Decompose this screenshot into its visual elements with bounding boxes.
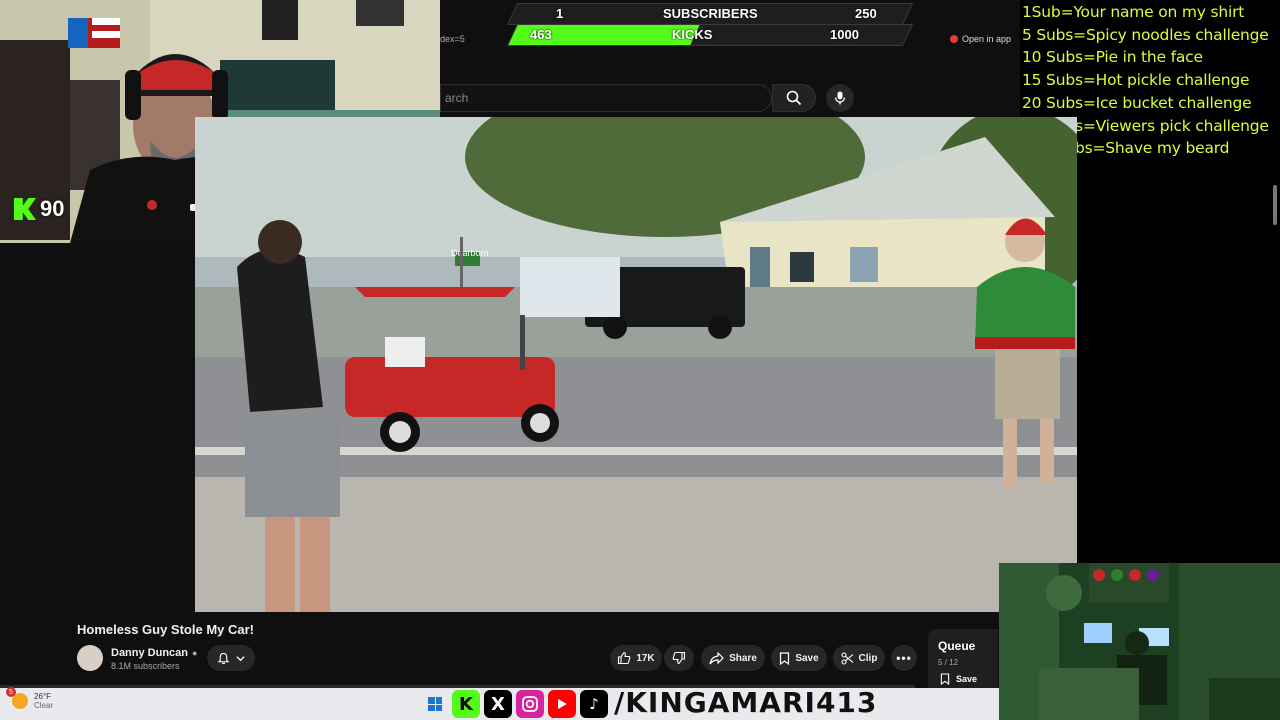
search-input[interactable]: arch — [440, 84, 772, 112]
subscriber-count: 8.1M subscribers — [111, 661, 180, 671]
bookmark-icon — [780, 651, 790, 665]
room-camera-scene — [999, 563, 1280, 720]
streamer-handle: /KINGAMARI413 — [614, 686, 878, 719]
search-button[interactable] — [772, 84, 816, 112]
social-icons-strip: K X ♪ — [452, 688, 608, 720]
like-button[interactable]: 17K — [610, 645, 662, 671]
notification-bell-button[interactable] — [207, 645, 255, 671]
like-count: 17K — [636, 652, 655, 664]
thumbs-up-icon — [618, 651, 631, 665]
share-label: Share — [729, 652, 757, 664]
notification-badge: 5 — [6, 687, 16, 697]
bell-icon — [217, 652, 230, 664]
bookmark-icon — [940, 673, 950, 685]
kicks-goal-label: KICKS — [672, 27, 713, 42]
search-placeholder: arch — [445, 91, 469, 105]
subscriber-goal-label: SUBSCRIBERS — [663, 6, 758, 21]
share-icon — [709, 651, 724, 664]
clip-label: Clip — [858, 652, 878, 664]
sub-goal-item: 20 Subs=Ice bucket challenge — [1022, 93, 1252, 112]
weather-widget[interactable]: 5 26°F Clear — [6, 687, 54, 710]
queue-panel[interactable]: Queue 5 / 12 Save — [928, 629, 998, 689]
kick-icon: K — [452, 690, 480, 718]
clip-button[interactable]: Clip — [833, 645, 885, 671]
queue-save-label: Save — [956, 674, 978, 684]
x-icon: X — [484, 690, 512, 718]
youtube-dot-icon — [950, 35, 958, 43]
room-camera — [999, 563, 1280, 720]
viewer-count: 90 — [40, 196, 65, 221]
microphone-icon — [834, 91, 846, 105]
kicks-goal-current: 463 — [530, 27, 552, 42]
more-icon: ••• — [896, 651, 912, 665]
more-actions-button[interactable]: ••• — [891, 645, 917, 671]
kicks-goal-target: 1000 — [830, 27, 859, 42]
queue-save-button[interactable]: Save — [940, 673, 977, 685]
verified-icon: ● — [192, 648, 198, 658]
video-frame: Dearborn — [195, 117, 1077, 612]
street-sign-text: Dearborn — [451, 248, 489, 258]
sub-goal-item: 5 Subs=Spicy noodles challenge — [1022, 25, 1269, 44]
thumbs-down-icon — [672, 651, 686, 665]
open-in-app-button[interactable]: Open in app — [950, 34, 1011, 44]
sub-goal-item: 10 Subs=Pie in the face — [1022, 48, 1203, 67]
subscriber-goal-current: 1 — [556, 6, 564, 21]
channel-name-text: Danny Duncan — [111, 647, 189, 659]
temperature: 26°F — [34, 692, 51, 701]
page-scrollbar[interactable] — [1273, 185, 1277, 225]
youtube-icon — [548, 690, 576, 718]
subscriber-goal-target: 250 — [855, 6, 877, 21]
queue-position: 5 / 12 — [938, 658, 959, 667]
weather-sun-icon: 5 — [6, 687, 28, 709]
dislike-button[interactable] — [664, 645, 694, 671]
video-player[interactable]: Dearborn — [195, 117, 1077, 612]
search-icon — [786, 90, 802, 106]
viewer-count-badge: 90 — [14, 196, 64, 222]
sub-goal-item: 15 Subs=Hot pickle challenge — [1022, 71, 1250, 90]
save-button[interactable]: Save — [771, 645, 827, 671]
windows-start-icon[interactable] — [428, 697, 442, 711]
instagram-icon — [516, 690, 544, 718]
open-in-app-label: Open in app — [962, 34, 1012, 44]
weather-condition: Clear — [34, 701, 54, 710]
share-button[interactable]: Share — [701, 645, 765, 671]
url-fragment: dex=5 — [440, 34, 465, 44]
save-label: Save — [795, 652, 819, 664]
tiktok-icon: ♪ — [580, 690, 608, 718]
kick-logo-icon — [14, 198, 36, 220]
right-margin — [1077, 160, 1280, 563]
scissors-icon — [840, 651, 853, 665]
channel-avatar[interactable] — [77, 645, 103, 671]
voice-search-button[interactable] — [826, 84, 854, 112]
channel-name[interactable]: Danny Duncan ● — [111, 647, 197, 659]
sub-goal-item: 1Sub=Your name on my shirt — [1022, 3, 1245, 21]
video-title: Homeless Guy Stole My Car! — [77, 622, 254, 637]
chevron-down-icon — [236, 655, 245, 661]
queue-title: Queue — [938, 639, 976, 653]
